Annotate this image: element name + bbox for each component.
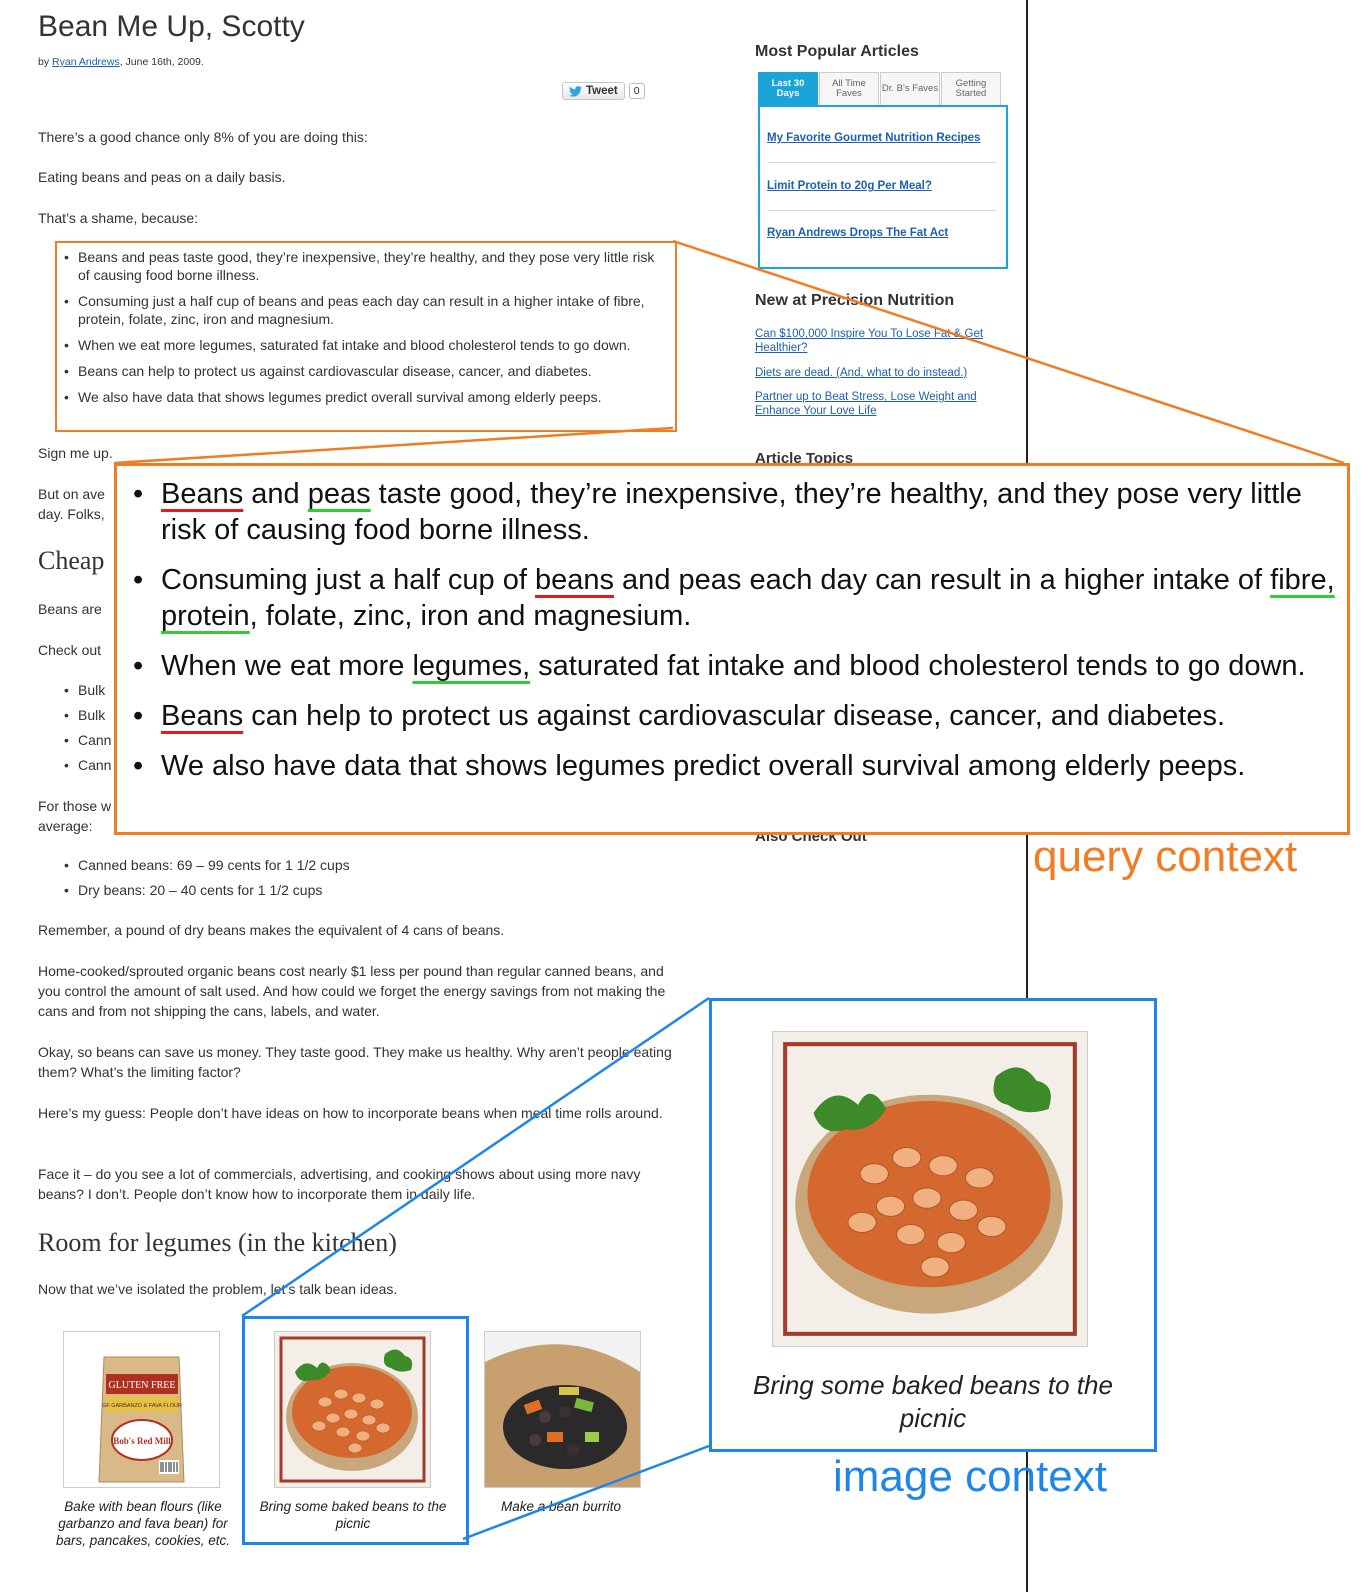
zoomed-benefits-list: Beans and peas taste good, they’re inexp… <box>133 476 1335 798</box>
image-context-zoom: Bring some baked beans to the picnic <box>709 998 1157 1452</box>
highlight-green: fibre, protein <box>161 564 1335 632</box>
query-connector-line <box>672 239 1345 465</box>
query-context-label: query context <box>1033 832 1298 881</box>
query-connector-line <box>113 426 674 465</box>
zoomed-baked-beans-image <box>772 1031 1088 1347</box>
query-context-zoom: Beans and peas taste good, they’re inexp… <box>114 463 1350 835</box>
list-item: Consuming just a half cup of beans and p… <box>133 562 1335 634</box>
highlight-green: legumes, <box>412 650 531 682</box>
baked-beans-illustration <box>773 1032 1087 1346</box>
list-item: We also have data that shows legumes pre… <box>133 748 1335 784</box>
list-item: Beans can help to protect us against car… <box>133 698 1335 734</box>
image-context-label: image context <box>833 1452 1107 1501</box>
list-item: When we eat more legumes, saturated fat … <box>133 648 1335 684</box>
list-item: Beans and peas taste good, they’re inexp… <box>133 476 1335 548</box>
image-connector-line <box>241 996 710 1318</box>
zoomed-image-caption: Bring some baked beans to the picnic <box>753 1370 1113 1433</box>
highlight-green: peas <box>307 478 371 510</box>
highlight-red: Beans <box>161 478 244 510</box>
highlight-red: beans <box>534 564 614 596</box>
highlight-red: Beans <box>161 700 244 732</box>
image-connector-line <box>462 1444 710 1541</box>
